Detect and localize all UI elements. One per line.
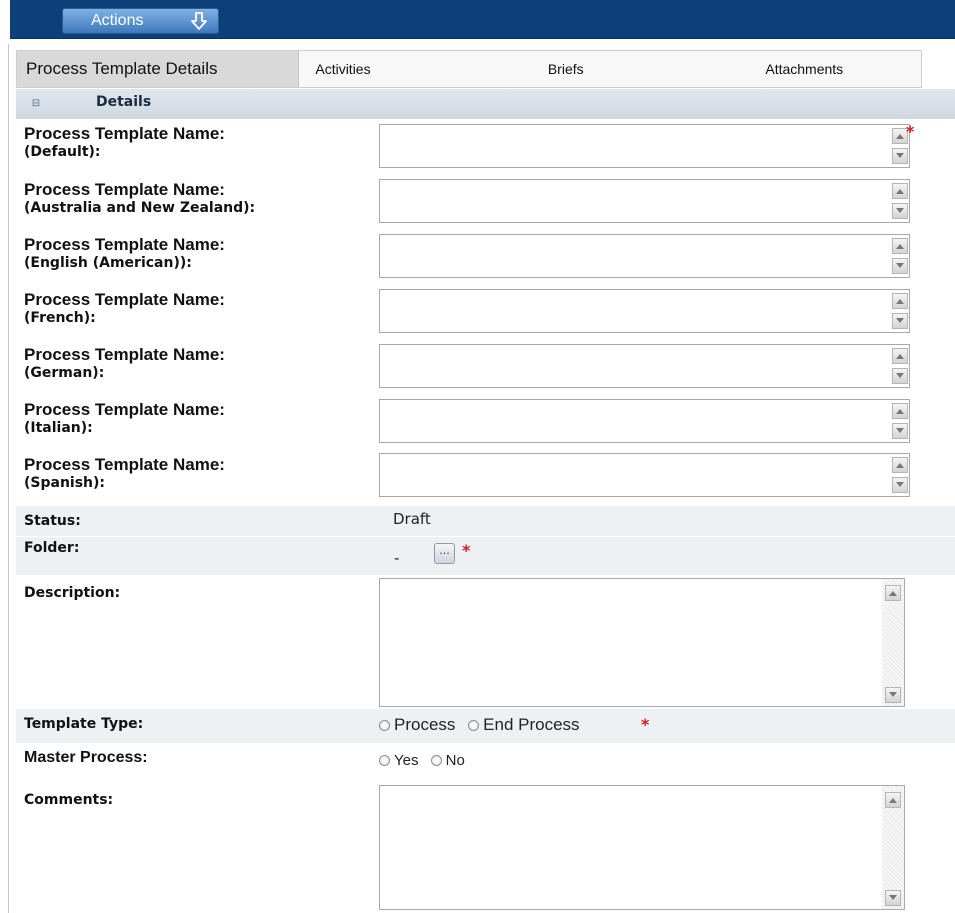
- scroll-down-button[interactable]: [892, 148, 908, 164]
- details-section-header[interactable]: ⊟ Details: [16, 89, 955, 119]
- scroll-up-button[interactable]: [892, 238, 908, 254]
- actions-button[interactable]: Actions: [62, 8, 219, 34]
- name-input-spanish[interactable]: [379, 453, 910, 497]
- name-input-english[interactable]: [379, 234, 910, 278]
- template-type-label: Template Type:: [24, 716, 144, 732]
- scroll-up-button[interactable]: [892, 403, 908, 419]
- collapse-icon[interactable]: ⊟: [30, 98, 42, 110]
- required-indicator: *: [906, 122, 915, 141]
- status-value: Draft: [393, 510, 431, 528]
- description-label: Description:: [24, 585, 121, 601]
- name-input-german[interactable]: [379, 344, 910, 388]
- radio-process[interactable]: Process: [379, 715, 455, 735]
- radio-circle[interactable]: [379, 755, 390, 766]
- folder-browse-button[interactable]: ...: [434, 543, 455, 564]
- name-field-row-italian: Process Template Name: (Italian):: [16, 395, 955, 449]
- master-process-label: Master Process:: [24, 749, 148, 766]
- field-label: Process Template Name: (Italian):: [24, 400, 225, 436]
- description-row: Description:: [16, 576, 955, 708]
- top-toolbar: Actions: [0, 0, 955, 44]
- scroll-up-button[interactable]: [892, 183, 908, 199]
- scroll-down-button[interactable]: [885, 687, 901, 703]
- name-field-row-spanish: Process Template Name: (Spanish):: [16, 450, 955, 504]
- comments-textarea[interactable]: [379, 785, 905, 910]
- tab-bar: Process Template Details Activities Brie…: [16, 50, 922, 88]
- radio-end-process[interactable]: End Process: [468, 715, 580, 735]
- description-scrollbar[interactable]: [882, 579, 904, 706]
- required-indicator: *: [641, 715, 650, 734]
- tab-briefs[interactable]: Briefs: [534, 51, 752, 87]
- field-label: Process Template Name: (Default):: [24, 124, 225, 160]
- radio-circle[interactable]: [379, 719, 390, 731]
- name-field-row-german: Process Template Name: (German):: [16, 340, 955, 394]
- comments-row: Comments:: [16, 783, 955, 913]
- folder-value: -: [394, 549, 400, 567]
- section-title: Details: [96, 94, 152, 110]
- tab-activities[interactable]: Activities: [299, 51, 533, 87]
- tab-attachments[interactable]: Attachments: [751, 51, 921, 87]
- comments-label: Comments:: [24, 792, 114, 808]
- description-textarea[interactable]: [379, 578, 905, 707]
- field-label: Process Template Name: (Australia and Ne…: [24, 180, 256, 216]
- scroll-up-button[interactable]: [885, 792, 901, 808]
- name-field-row-default: Process Template Name: (Default): *: [16, 120, 955, 174]
- actions-label: Actions: [91, 12, 144, 29]
- scroll-up-button[interactable]: [892, 293, 908, 309]
- scroll-up-button[interactable]: [892, 457, 908, 473]
- master-process-row: Master Process: Yes No: [16, 744, 955, 782]
- field-label: Process Template Name: (English (America…: [24, 235, 225, 271]
- status-label: Status:: [24, 513, 81, 529]
- required-indicator: *: [462, 541, 471, 560]
- name-input-anz[interactable]: [379, 179, 910, 223]
- scroll-down-button[interactable]: [892, 203, 908, 219]
- scroll-down-button[interactable]: [892, 258, 908, 274]
- name-field-row-english: Process Template Name: (English (America…: [16, 230, 955, 284]
- status-row: Status: Draft: [16, 506, 955, 536]
- tab-process-template-details[interactable]: Process Template Details: [17, 51, 300, 87]
- field-label: Process Template Name: (Spanish):: [24, 455, 225, 491]
- radio-yes[interactable]: Yes: [379, 752, 418, 769]
- arrow-down-icon: [191, 12, 207, 30]
- name-field-row-anz: Process Template Name: (Australia and Ne…: [16, 175, 955, 229]
- toolbar-strip: Actions: [10, 0, 955, 39]
- master-process-radio-group: Yes No: [379, 752, 465, 770]
- scroll-down-button[interactable]: [892, 477, 908, 493]
- content-left-border: [8, 44, 9, 913]
- scroll-up-button[interactable]: [885, 585, 901, 601]
- field-label: Process Template Name: (German):: [24, 345, 225, 381]
- radio-no[interactable]: No: [430, 752, 465, 769]
- radio-circle[interactable]: [468, 719, 480, 731]
- folder-label: Folder:: [24, 540, 80, 556]
- scroll-up-button[interactable]: [892, 348, 908, 364]
- name-input-french[interactable]: [379, 289, 910, 333]
- scroll-down-button[interactable]: [892, 368, 908, 384]
- comments-scrollbar[interactable]: [882, 786, 904, 909]
- folder-row: Folder: - ... *: [16, 537, 955, 575]
- radio-circle[interactable]: [430, 755, 442, 766]
- name-field-row-french: Process Template Name: (French):: [16, 285, 955, 339]
- scroll-down-button[interactable]: [885, 890, 901, 906]
- template-type-radio-group: Process End Process: [379, 715, 580, 736]
- scroll-down-button[interactable]: [892, 423, 908, 439]
- scroll-down-button[interactable]: [892, 313, 908, 329]
- field-label: Process Template Name: (French):: [24, 290, 225, 326]
- template-type-row: Template Type: Process End Process *: [16, 709, 955, 743]
- name-input-default[interactable]: [379, 124, 910, 168]
- name-input-italian[interactable]: [379, 399, 910, 443]
